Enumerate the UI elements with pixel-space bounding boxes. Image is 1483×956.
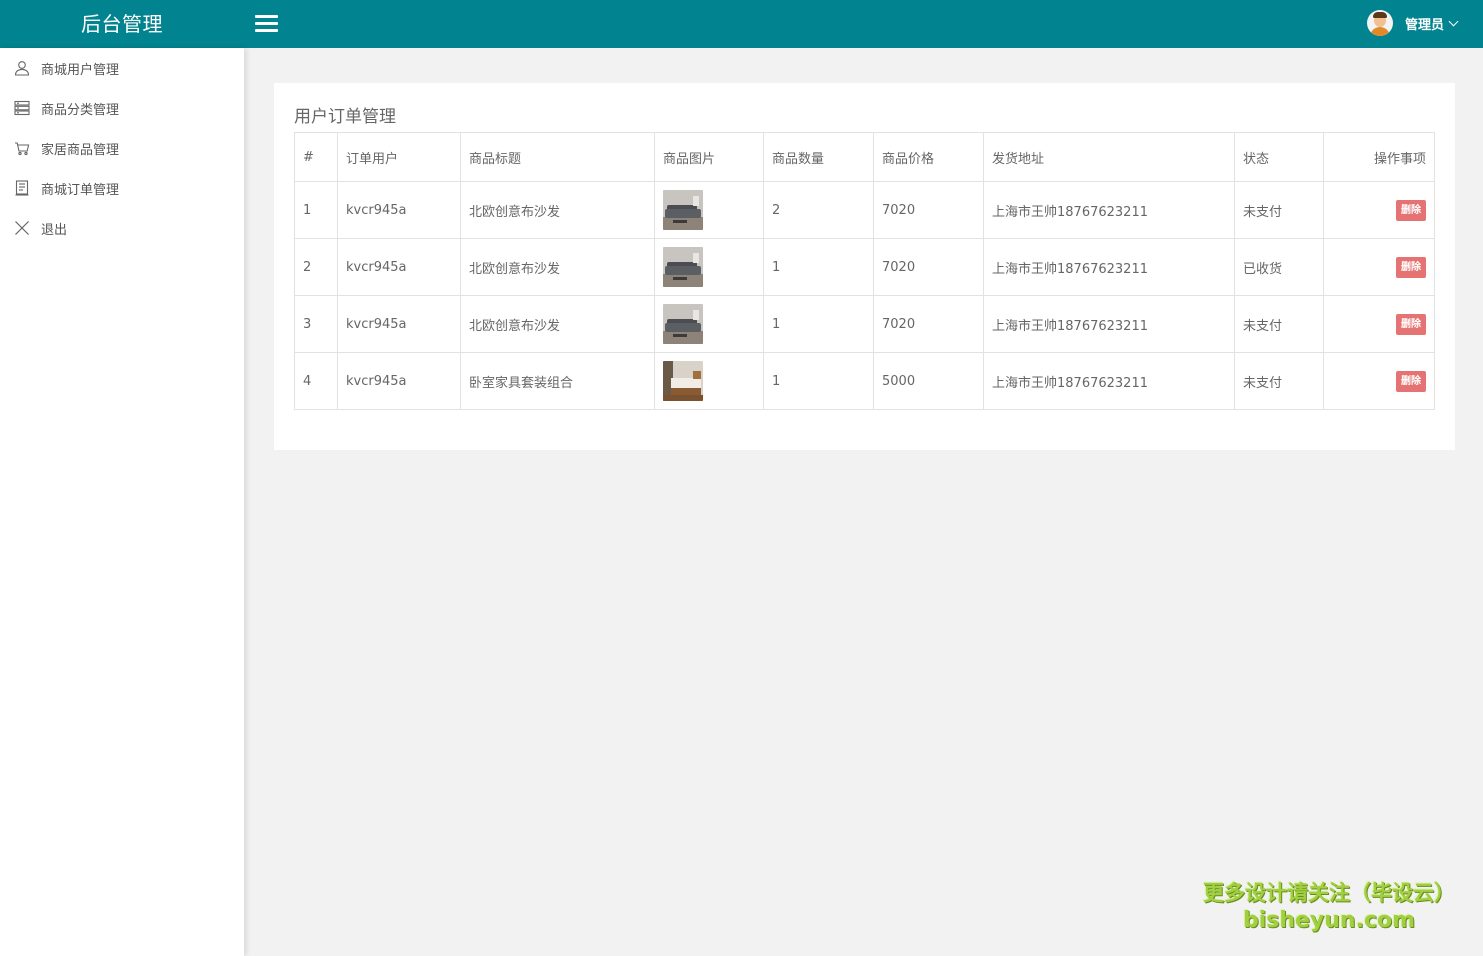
- table-row: 1 kvcr945a 北欧创意布沙发 2 7020 上海市王帅187676232…: [294, 181, 1435, 239]
- shipping-address: 上海市王帅18767623211: [983, 295, 1235, 353]
- top-header-bar: 后台管理 管理员: [0, 0, 1483, 48]
- sidebar-item-label: 商城订单管理: [41, 182, 120, 198]
- bedroom-thumbnail: [663, 361, 703, 401]
- delete-button[interactable]: 删除: [1396, 199, 1426, 221]
- sofa-thumbnail: [663, 304, 703, 344]
- sidebar-item-label: 退出: [41, 222, 68, 238]
- sidebar-item-categories[interactable]: 商品分类管理: [0, 88, 244, 128]
- user-icon: [14, 61, 30, 76]
- shipping-address: 上海市王帅18767623211: [983, 352, 1235, 410]
- order-status: 未支付: [1234, 352, 1324, 410]
- order-icon: [15, 180, 29, 196]
- user-name: 管理员: [1404, 17, 1444, 33]
- sidebar-item-orders[interactable]: 商城订单管理: [0, 168, 244, 208]
- watermark-line-2: bisheyun.com: [1242, 908, 1416, 933]
- column-header: 订单用户: [337, 132, 461, 182]
- product-title: 北欧创意布沙发: [460, 181, 655, 239]
- page-title: 用户订单管理: [294, 107, 396, 127]
- quantity: 1: [763, 352, 874, 410]
- cart-icon: [15, 142, 30, 156]
- column-header: 操作事项: [1323, 132, 1435, 182]
- product-title: 北欧创意布沙发: [460, 238, 655, 296]
- table-row: 4 kvcr945a 卧室家具套装组合 1 5000 上海市王帅18767623…: [294, 352, 1435, 410]
- chevron-down-icon: [1448, 16, 1459, 26]
- price: 7020: [873, 181, 984, 239]
- delete-button[interactable]: 删除: [1396, 370, 1426, 392]
- row-index: 1: [294, 181, 338, 239]
- list-icon: [14, 100, 30, 116]
- avatar: [1366, 10, 1393, 36]
- user-menu[interactable]: 管理员: [1366, 9, 1459, 37]
- column-header: #: [294, 132, 338, 182]
- quantity: 1: [763, 295, 874, 353]
- order-status: 未支付: [1234, 295, 1324, 353]
- order-user: kvcr945a: [337, 238, 461, 296]
- quantity: 1: [763, 238, 874, 296]
- hamburger-menu-icon[interactable]: [255, 14, 279, 34]
- sidebar-item-users[interactable]: 商城用户管理: [0, 48, 244, 88]
- sidebar-item-logout[interactable]: 退出: [0, 208, 244, 248]
- product-title: 卧室家具套装组合: [460, 352, 655, 410]
- sofa-thumbnail: [663, 247, 703, 287]
- order-status: 已收货: [1234, 238, 1324, 296]
- row-index: 3: [294, 295, 338, 353]
- sidebar-item-label: 家居商品管理: [41, 142, 120, 158]
- column-header: 商品标题: [460, 132, 655, 182]
- table-header-row: # 订单用户 商品标题 商品图片 商品数量 商品价格 发货地址 状态 操作事项: [294, 132, 1435, 182]
- row-index: 4: [294, 352, 338, 410]
- sidebar-item-products[interactable]: 家居商品管理: [0, 128, 244, 168]
- sofa-thumbnail: [663, 190, 703, 230]
- price: 5000: [873, 352, 984, 410]
- close-icon: [15, 221, 29, 235]
- watermark: 更多设计请关注（毕设云） bisheyun.com: [1203, 880, 1455, 934]
- watermark-line-1: 更多设计请关注（毕设云）: [1203, 881, 1455, 905]
- column-header: 商品图片: [654, 132, 764, 182]
- shipping-address: 上海市王帅18767623211: [983, 238, 1235, 296]
- orders-table: # 订单用户 商品标题 商品图片 商品数量 商品价格 发货地址 状态 操作事项 …: [294, 132, 1435, 410]
- order-user: kvcr945a: [337, 295, 461, 353]
- orders-panel: 用户订单管理 # 订单用户 商品标题 商品图片 商品数量 商品价格 发货地址 状…: [274, 83, 1455, 450]
- sidebar: 商城用户管理 商品分类管理 家居商品管理 商城订单管理 退出: [0, 48, 244, 956]
- delete-button[interactable]: 删除: [1396, 256, 1426, 278]
- column-header: 发货地址: [983, 132, 1235, 182]
- sidebar-item-label: 商城用户管理: [41, 62, 120, 78]
- price: 7020: [873, 238, 984, 296]
- table-row: 2 kvcr945a 北欧创意布沙发 1 7020 上海市王帅187676232…: [294, 238, 1435, 296]
- table-row: 3 kvcr945a 北欧创意布沙发 1 7020 上海市王帅187676232…: [294, 295, 1435, 353]
- quantity: 2: [763, 181, 874, 239]
- brand-title: 后台管理: [81, 11, 163, 36]
- shipping-address: 上海市王帅18767623211: [983, 181, 1235, 239]
- order-user: kvcr945a: [337, 352, 461, 410]
- sidebar-item-label: 商品分类管理: [41, 102, 120, 118]
- product-title: 北欧创意布沙发: [460, 295, 655, 353]
- column-header: 商品数量: [763, 132, 874, 182]
- order-user: kvcr945a: [337, 181, 461, 239]
- column-header: 状态: [1234, 132, 1324, 182]
- column-header: 商品价格: [873, 132, 984, 182]
- row-index: 2: [294, 238, 338, 296]
- order-status: 未支付: [1234, 181, 1324, 239]
- price: 7020: [873, 295, 984, 353]
- delete-button[interactable]: 删除: [1396, 313, 1426, 335]
